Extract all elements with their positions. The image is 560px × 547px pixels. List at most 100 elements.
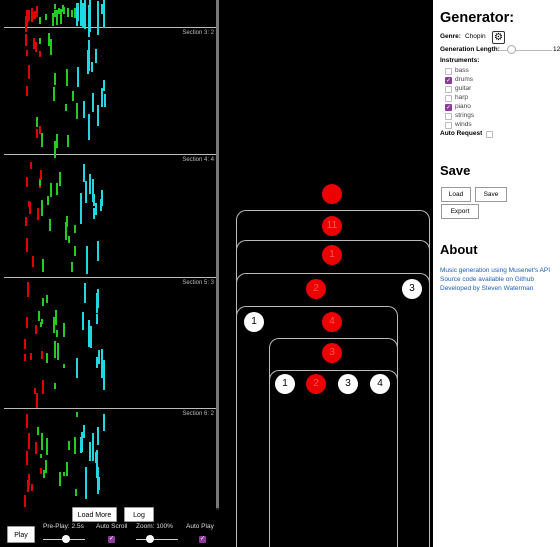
note-red: [29, 161, 32, 169]
settings-panel: Generator: Genre: Chopin ⚙ Generation Le…: [440, 0, 560, 547]
instrument-checkbox[interactable]: ✓: [445, 104, 452, 111]
section-label: Section 6: 2: [182, 411, 214, 417]
note-green: [63, 364, 66, 369]
note-red: [25, 456, 28, 466]
section-label: Section 4: 4: [182, 157, 214, 163]
preplay-slider-knob[interactable]: [62, 535, 70, 543]
note-cyan: [89, 4, 92, 33]
note-cyan: [77, 66, 80, 88]
note-green: [74, 224, 77, 234]
auto-scroll-checkbox[interactable]: ✓: [108, 536, 115, 543]
note-green: [53, 73, 56, 85]
about-github-link[interactable]: Source code available on Github: [440, 276, 534, 283]
tree-node[interactable]: 1: [275, 374, 295, 394]
load-more-button[interactable]: Load More: [72, 507, 117, 522]
note-cyan: [90, 61, 93, 73]
note-cyan: [89, 442, 92, 461]
instrument-checkbox[interactable]: [445, 86, 452, 93]
length-slider-knob[interactable]: [507, 45, 516, 54]
log-button[interactable]: Log: [124, 507, 154, 522]
tree-node[interactable]: 3: [322, 343, 342, 363]
note-red: [35, 5, 38, 17]
instrument-label: bass: [455, 67, 469, 74]
instrument-label: piano: [455, 103, 471, 110]
zoom-slider-track[interactable]: [136, 539, 178, 540]
about-author-link[interactable]: Developed by Steven Waterman: [440, 285, 533, 292]
tree-node[interactable]: [322, 184, 342, 204]
note-red: [35, 324, 38, 334]
note-red: [25, 85, 28, 96]
note-green: [64, 103, 67, 112]
tree-node[interactable]: 1: [322, 245, 342, 265]
tree-node[interactable]: 4: [322, 312, 342, 332]
note-cyan: [98, 477, 101, 490]
note-cyan: [94, 48, 97, 63]
note-green: [48, 33, 51, 46]
note-red: [27, 10, 30, 22]
note-red: [28, 65, 31, 80]
instrument-checkbox[interactable]: ✓: [445, 77, 452, 84]
piano-roll-sections[interactable]: Section 3: 2 Section 4: 4 Section 5: 3 S…: [4, 0, 216, 507]
tree-node[interactable]: 2: [306, 279, 326, 299]
note-cyan: [83, 283, 86, 303]
note-green: [73, 437, 76, 454]
note-cyan: [87, 319, 90, 348]
note-cyan: [101, 3, 104, 15]
note-red: [40, 170, 43, 181]
auto-request-checkbox[interactable]: [486, 131, 493, 138]
auto-play-checkbox[interactable]: ✓: [199, 536, 206, 543]
note-red: [37, 208, 40, 220]
tree-branch: [269, 370, 398, 547]
note-green: [54, 309, 57, 325]
tree-node[interactable]: 2: [306, 374, 326, 394]
note-red: [31, 8, 34, 23]
note-cyan: [100, 190, 103, 206]
note-cyan: [88, 114, 91, 141]
note-cyan: [82, 424, 85, 438]
note-green: [74, 488, 77, 496]
instrument-checkbox[interactable]: [445, 122, 452, 129]
export-button[interactable]: Export: [441, 204, 479, 219]
note-cyan: [96, 3, 99, 35]
instrument-checkbox[interactable]: [445, 68, 452, 75]
instrument-checkbox[interactable]: [445, 95, 452, 102]
note-green: [39, 454, 42, 459]
zoom-slider-knob[interactable]: [146, 535, 154, 543]
note-red: [34, 387, 37, 395]
note-cyan: [103, 0, 106, 28]
note-green: [52, 87, 55, 102]
instrument-checkbox[interactable]: [445, 113, 452, 120]
about-title: About: [440, 242, 478, 257]
note-green: [40, 319, 43, 325]
note-green: [39, 37, 42, 45]
length-label: Generation Length:: [440, 46, 500, 53]
note-red: [31, 255, 34, 268]
save-button[interactable]: Save: [475, 187, 507, 202]
note-green: [67, 235, 70, 244]
tree-node[interactable]: 3: [338, 374, 358, 394]
load-button[interactable]: Load: [441, 187, 471, 202]
tree-node[interactable]: 11: [322, 216, 342, 236]
play-button[interactable]: Play: [7, 526, 35, 543]
note-green: [45, 14, 48, 20]
note-green: [57, 342, 60, 361]
note-cyan: [103, 93, 106, 107]
about-musenet-link[interactable]: Music generation using Musenet's API: [440, 267, 550, 274]
tree-node[interactable]: 3: [402, 279, 422, 299]
generation-tree-panel: 11 1 2 3 1 4 3 1 2 3 4: [219, 0, 433, 547]
note-green: [36, 116, 39, 128]
note-green: [42, 259, 45, 272]
tree-node[interactable]: 1: [244, 312, 264, 332]
note-green: [46, 353, 49, 364]
section-6: Section 6: 2: [4, 408, 216, 507]
note-green: [41, 439, 44, 451]
note-green: [54, 141, 57, 158]
gear-icon[interactable]: ⚙: [492, 31, 505, 44]
note-green: [71, 10, 74, 18]
note-green: [49, 218, 52, 231]
note-cyan: [76, 358, 79, 378]
note-green: [40, 200, 43, 216]
note-green: [65, 68, 68, 86]
tree-node[interactable]: 4: [370, 374, 390, 394]
note-red: [27, 282, 29, 297]
